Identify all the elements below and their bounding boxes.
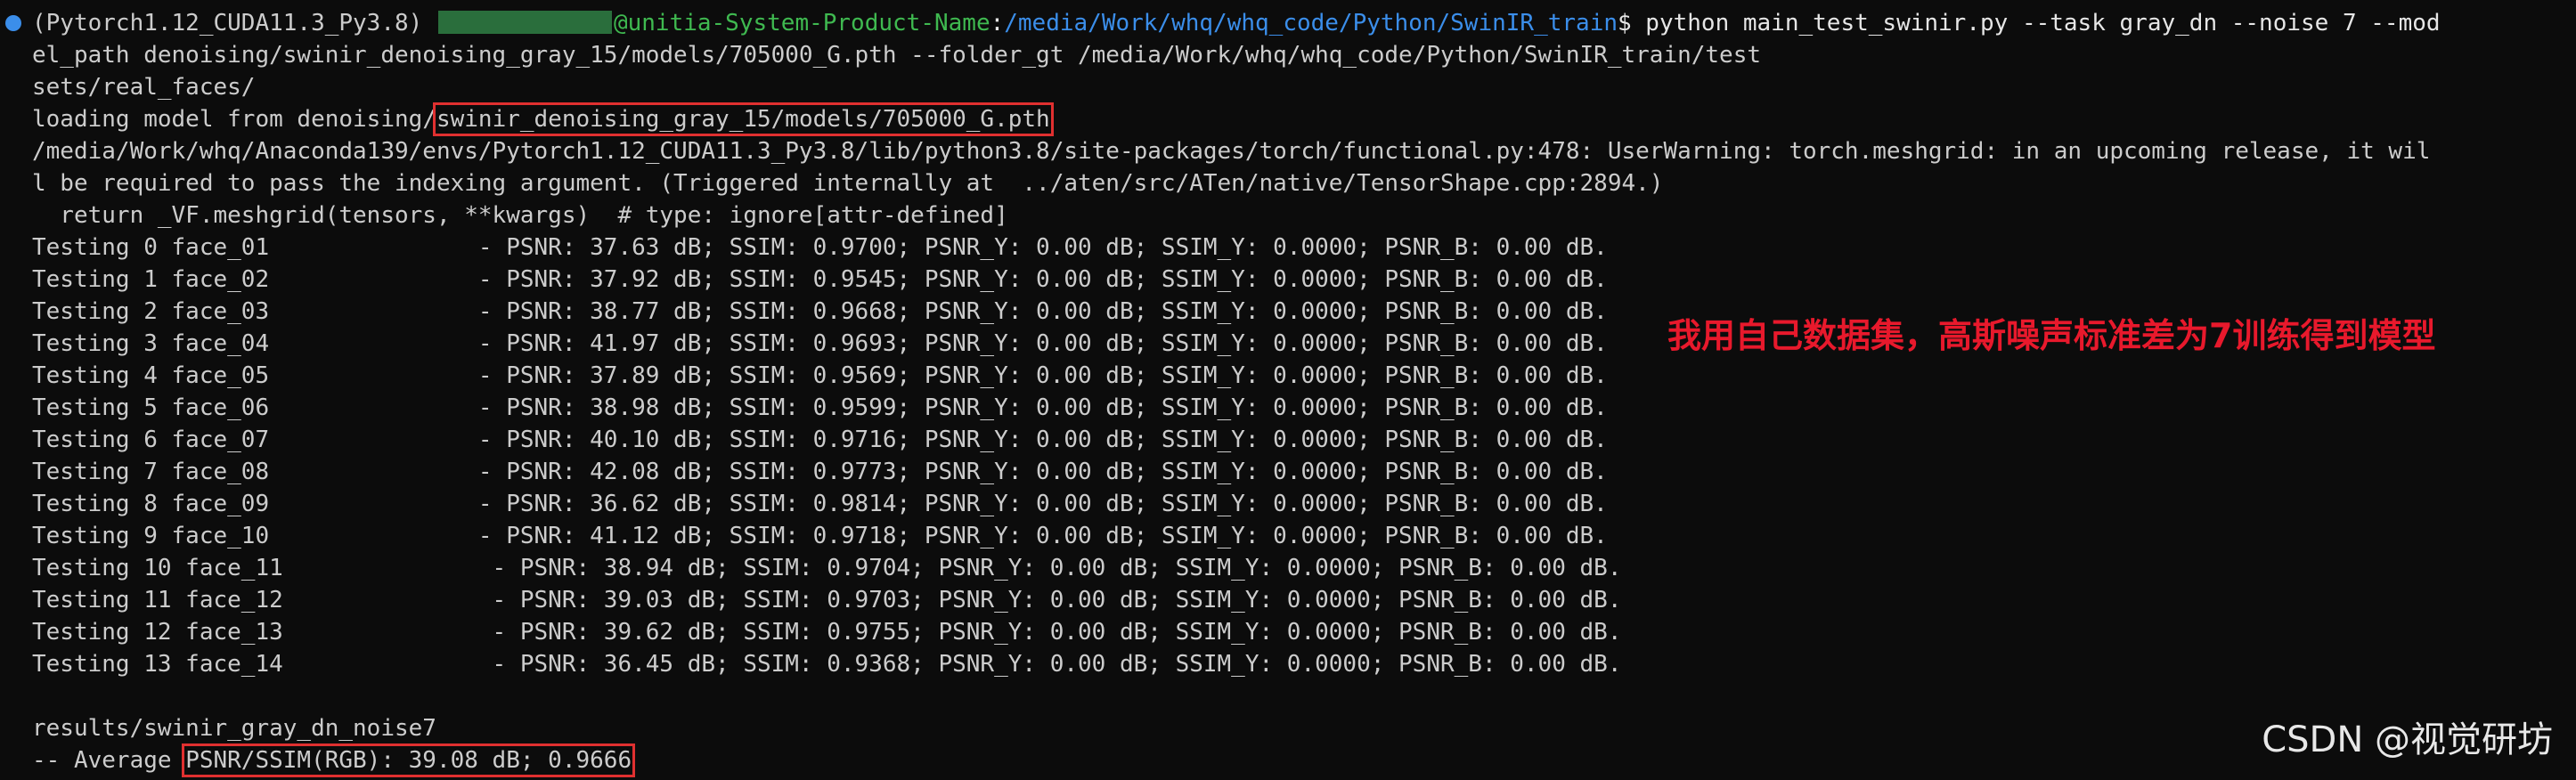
average-line: -- Average PSNR/SSIM(RGB): 39.08 dB; 0.9… — [32, 743, 2571, 777]
output-line: el_path denoising/swinir_denoising_gray_… — [32, 42, 1762, 69]
terminal-output: (Pytorch1.12_CUDA11.3_Py3.8) @unitia-Sys… — [32, 7, 2571, 777]
test-result-line: Testing 4 face_05 - PSNR: 37.89 dB; SSIM… — [32, 362, 1608, 389]
test-result-line: Testing 5 face_06 - PSNR: 38.98 dB; SSIM… — [32, 394, 1608, 421]
warning-line: /media/Work/whq/Anaconda139/envs/Pytorch… — [32, 138, 2431, 165]
test-result-line: Testing 12 face_13 - PSNR: 39.62 dB; SSI… — [32, 619, 1622, 646]
annotation-note: 我用自己数据集，高斯噪声标准差为7训练得到模型 — [1667, 316, 2436, 355]
output-line: sets/real_faces/ — [32, 74, 256, 101]
command-text: $ python main_test_swinir.py --task gray… — [1618, 10, 2441, 37]
warning-line: return _VF.meshgrid(tensors, **kwargs) #… — [32, 202, 1008, 229]
test-result-line: Testing 13 face_14 - PSNR: 36.45 dB; SSI… — [32, 651, 1622, 678]
terminal-window[interactable]: (Pytorch1.12_CUDA11.3_Py3.8) @unitia-Sys… — [0, 0, 2576, 780]
test-result-line: Testing 11 face_12 - PSNR: 39.03 dB; SSI… — [32, 587, 1622, 613]
csdn-watermark: CSDN @视觉研坊 — [2262, 719, 2553, 760]
test-result-line: Testing 8 face_09 - PSNR: 36.62 dB; SSIM… — [32, 491, 1608, 517]
average-prefix: -- Average — [32, 747, 186, 774]
average-psnr-ssim-highlight: PSNR/SSIM(RGB): 39.08 dB; 0.9666 — [182, 743, 636, 777]
loading-model-line: loading model from denoising/swinir_deno… — [32, 102, 2571, 136]
test-result-line: Testing 7 face_08 - PSNR: 42.08 dB; SSIM… — [32, 459, 1608, 485]
loading-model-prefix: loading model from denoising/ — [32, 106, 436, 133]
test-result-line: Testing 9 face_10 - PSNR: 41.12 dB; SSIM… — [32, 523, 1608, 549]
redacted-username — [437, 11, 612, 34]
results-dir-line: results/swinir_gray_dn_noise7 — [32, 715, 436, 742]
test-result-line: Testing 10 face_11 - PSNR: 38.94 dB; SSI… — [32, 555, 1622, 581]
conda-env: (Pytorch1.12_CUDA11.3_Py3.8) — [32, 10, 436, 37]
model-path-highlight: swinir_denoising_gray_15/models/705000_G… — [432, 102, 1054, 136]
command-prompt-line: (Pytorch1.12_CUDA11.3_Py3.8) @unitia-Sys… — [32, 10, 2441, 37]
test-result-line: Testing 6 face_07 - PSNR: 40.10 dB; SSIM… — [32, 427, 1608, 453]
prompt-path: /media/Work/whq/whq_code/Python/SwinIR_t… — [1004, 10, 1618, 37]
test-result-line: Testing 0 face_01 - PSNR: 37.63 dB; SSIM… — [32, 234, 1608, 261]
warning-line: l be required to pass the indexing argum… — [32, 170, 1664, 197]
command-status-dot-icon — [5, 15, 21, 31]
prompt-host: @unitia-System-Product-Name — [613, 10, 990, 37]
test-result-line: Testing 1 face_02 - PSNR: 37.92 dB; SSIM… — [32, 266, 1608, 293]
